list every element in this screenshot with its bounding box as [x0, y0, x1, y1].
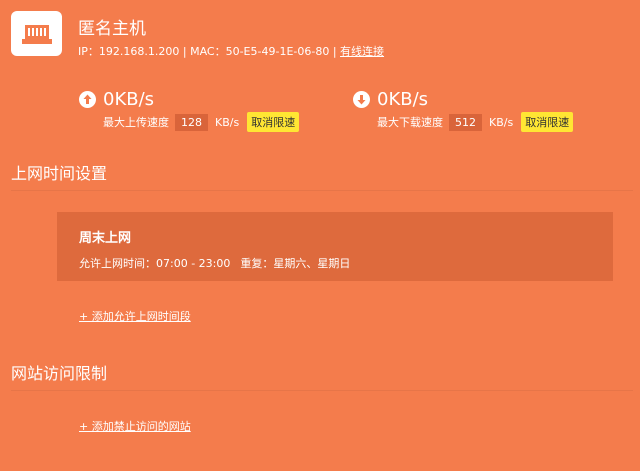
repeat-label: 重复： [240, 257, 274, 270]
download-limit-label: 最大下载速度 [377, 116, 443, 129]
upload-limit-value[interactable]: 128 [175, 113, 208, 131]
download-arrow-icon [353, 91, 370, 108]
router-icon [11, 11, 62, 56]
download-limit-value[interactable]: 512 [449, 113, 482, 131]
allowed-time-value: 07:00 - 23:00 [156, 257, 231, 270]
section-divider [11, 190, 633, 191]
connection-type: 有线连接 [340, 45, 385, 58]
section-divider [11, 390, 633, 391]
add-blocked-site-link[interactable]: + 添加禁止访问的网站 [79, 418, 191, 434]
upload-limit-row: 最大上传速度 128 KB/s 取消限速 [103, 112, 300, 132]
separator: | [179, 45, 191, 58]
device-info: IP：192.168.1.200 | MAC：50-E5-49-1E-06-80… [78, 43, 384, 59]
device-name: 匿名主机 [78, 19, 146, 39]
allowed-time-label: 允许上网时间： [79, 257, 156, 270]
upload-limit-label: 最大上传速度 [103, 116, 169, 129]
schedule-card[interactable]: 周末上网 允许上网时间：07:00 - 23:00 重复：星期六、星期日 [57, 212, 613, 281]
time-section-title: 上网时间设置 [11, 164, 108, 183]
cancel-upload-limit-button[interactable]: 取消限速 [247, 112, 300, 132]
site-section-title: 网站访问限制 [11, 364, 108, 383]
mac-label: MAC： [190, 45, 226, 58]
schedule-name: 周末上网 [79, 231, 132, 246]
download-speed-value: 0KB/s [377, 89, 429, 110]
separator: | [329, 45, 341, 58]
download-limit-unit: KB/s [489, 115, 514, 129]
schedule-detail: 允许上网时间：07:00 - 23:00 重复：星期六、星期日 [79, 255, 350, 271]
upload-arrow-icon [79, 91, 96, 108]
download-limit-row: 最大下载速度 512 KB/s 取消限速 [377, 112, 574, 132]
upload-limit-unit: KB/s [215, 115, 240, 129]
add-time-period-link[interactable]: + 添加允许上网时间段 [79, 308, 191, 324]
mac-address: 50-E5-49-1E-06-80 [225, 45, 330, 58]
repeat-days: 星期六、星期日 [273, 257, 351, 270]
cancel-download-limit-button[interactable]: 取消限速 [521, 112, 574, 132]
ip-address: 192.168.1.200 [98, 45, 180, 58]
ip-label: IP： [78, 45, 99, 58]
upload-speed-value: 0KB/s [103, 89, 155, 110]
